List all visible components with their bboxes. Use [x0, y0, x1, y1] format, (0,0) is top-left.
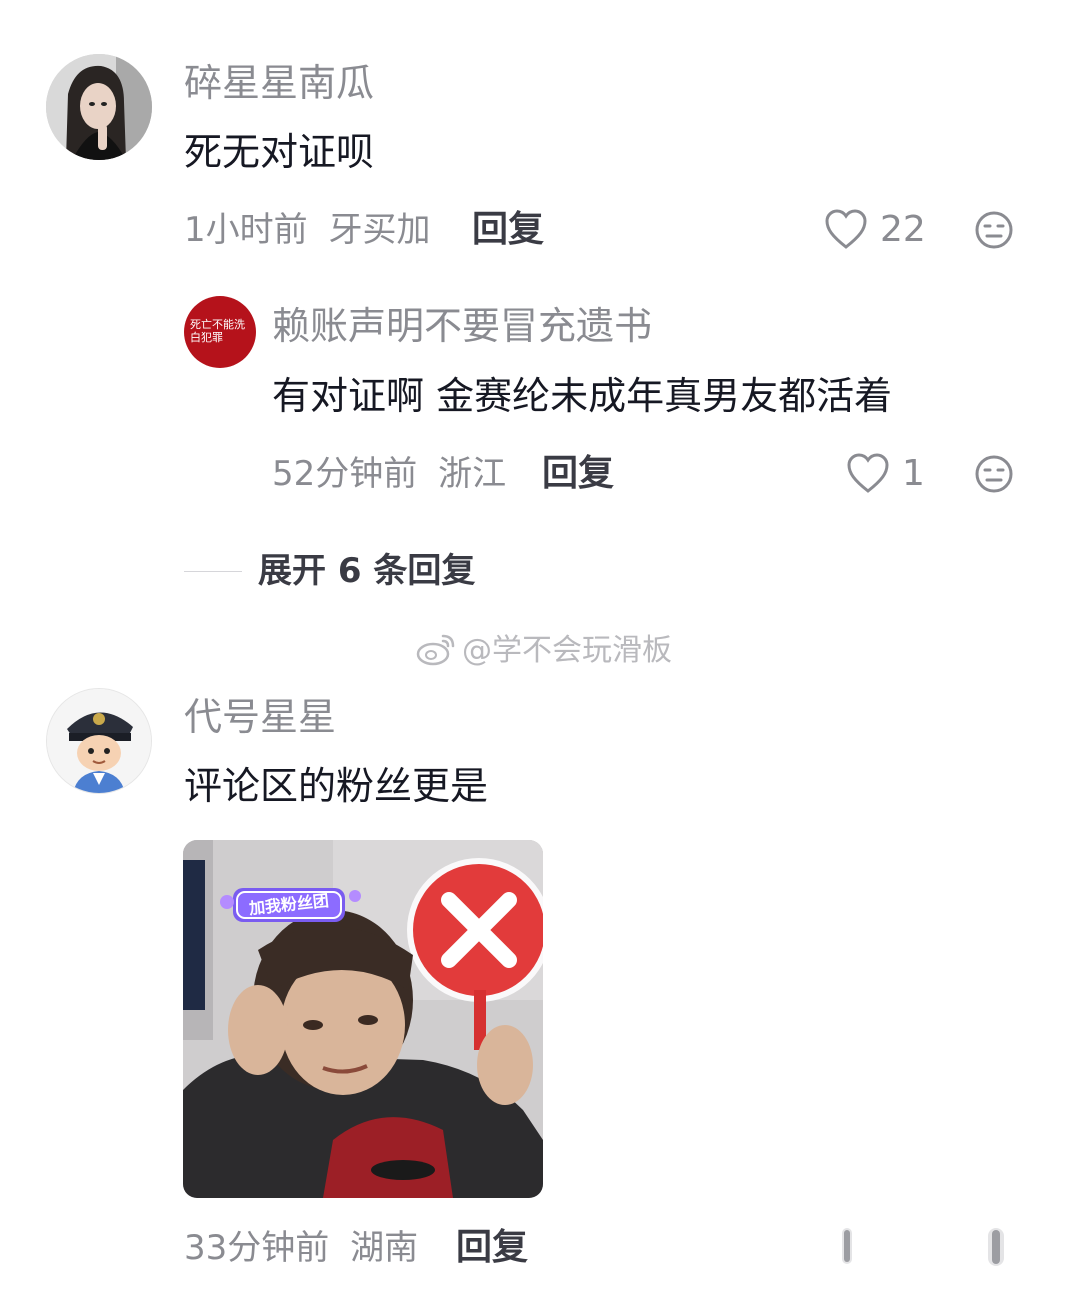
comment-location: 牙买加: [328, 210, 431, 250]
like-count: 1: [902, 453, 925, 494]
reply-avatar[interactable]: 死亡不能洗白犯罪: [184, 296, 256, 368]
meh-face-icon[interactable]: [984, 1226, 1008, 1268]
reply-avatar-text: 死亡不能洗白犯罪: [190, 318, 245, 344]
meh-face-icon[interactable]: [974, 454, 1014, 494]
comment-meta: 1小时前 牙买加: [184, 210, 430, 250]
avatar[interactable]: [46, 688, 152, 794]
comment-image[interactable]: 加我粉丝团: [183, 840, 543, 1198]
reply-username[interactable]: 赖账声明不要冒充遗书: [272, 303, 652, 349]
watermark: @学不会玩滑板: [416, 632, 672, 670]
comment-username[interactable]: 碎星星南瓜: [184, 60, 374, 106]
comment-time: 33分钟前: [184, 1228, 330, 1268]
reply-location: 浙江: [438, 454, 507, 494]
comment-text: 评论区的粉丝更是: [184, 764, 489, 808]
comment-username[interactable]: 代号星星: [184, 694, 336, 740]
heart-outline-icon[interactable]: [824, 208, 868, 250]
reply-meta: 52分钟前 浙江: [272, 454, 506, 494]
heart-outline-icon[interactable]: [838, 1226, 856, 1266]
reply-text: 有对证啊 金赛纶未成年真男友都活着: [272, 374, 893, 418]
avatar[interactable]: [46, 54, 152, 160]
weibo-logo-icon: [416, 632, 456, 670]
expand-replies-button[interactable]: 展开 6 条回复: [258, 551, 475, 591]
reply-button[interactable]: 回复: [542, 454, 614, 494]
comment-meta: 33分钟前 湖南: [184, 1228, 418, 1268]
comment-time: 1小时前: [184, 210, 308, 250]
heart-outline-icon[interactable]: [846, 452, 890, 494]
reply-button[interactable]: 回复: [472, 210, 544, 250]
reply-button[interactable]: 回复: [456, 1228, 528, 1268]
meh-face-icon[interactable]: [974, 210, 1014, 250]
like-count: 22: [880, 209, 926, 250]
watermark-text: @学不会玩滑板: [462, 633, 672, 668]
comment-location: 湖南: [350, 1228, 419, 1268]
comment-text: 死无对证呗: [184, 130, 375, 174]
expand-divider: [184, 571, 242, 572]
reply-time: 52分钟前: [272, 454, 418, 494]
